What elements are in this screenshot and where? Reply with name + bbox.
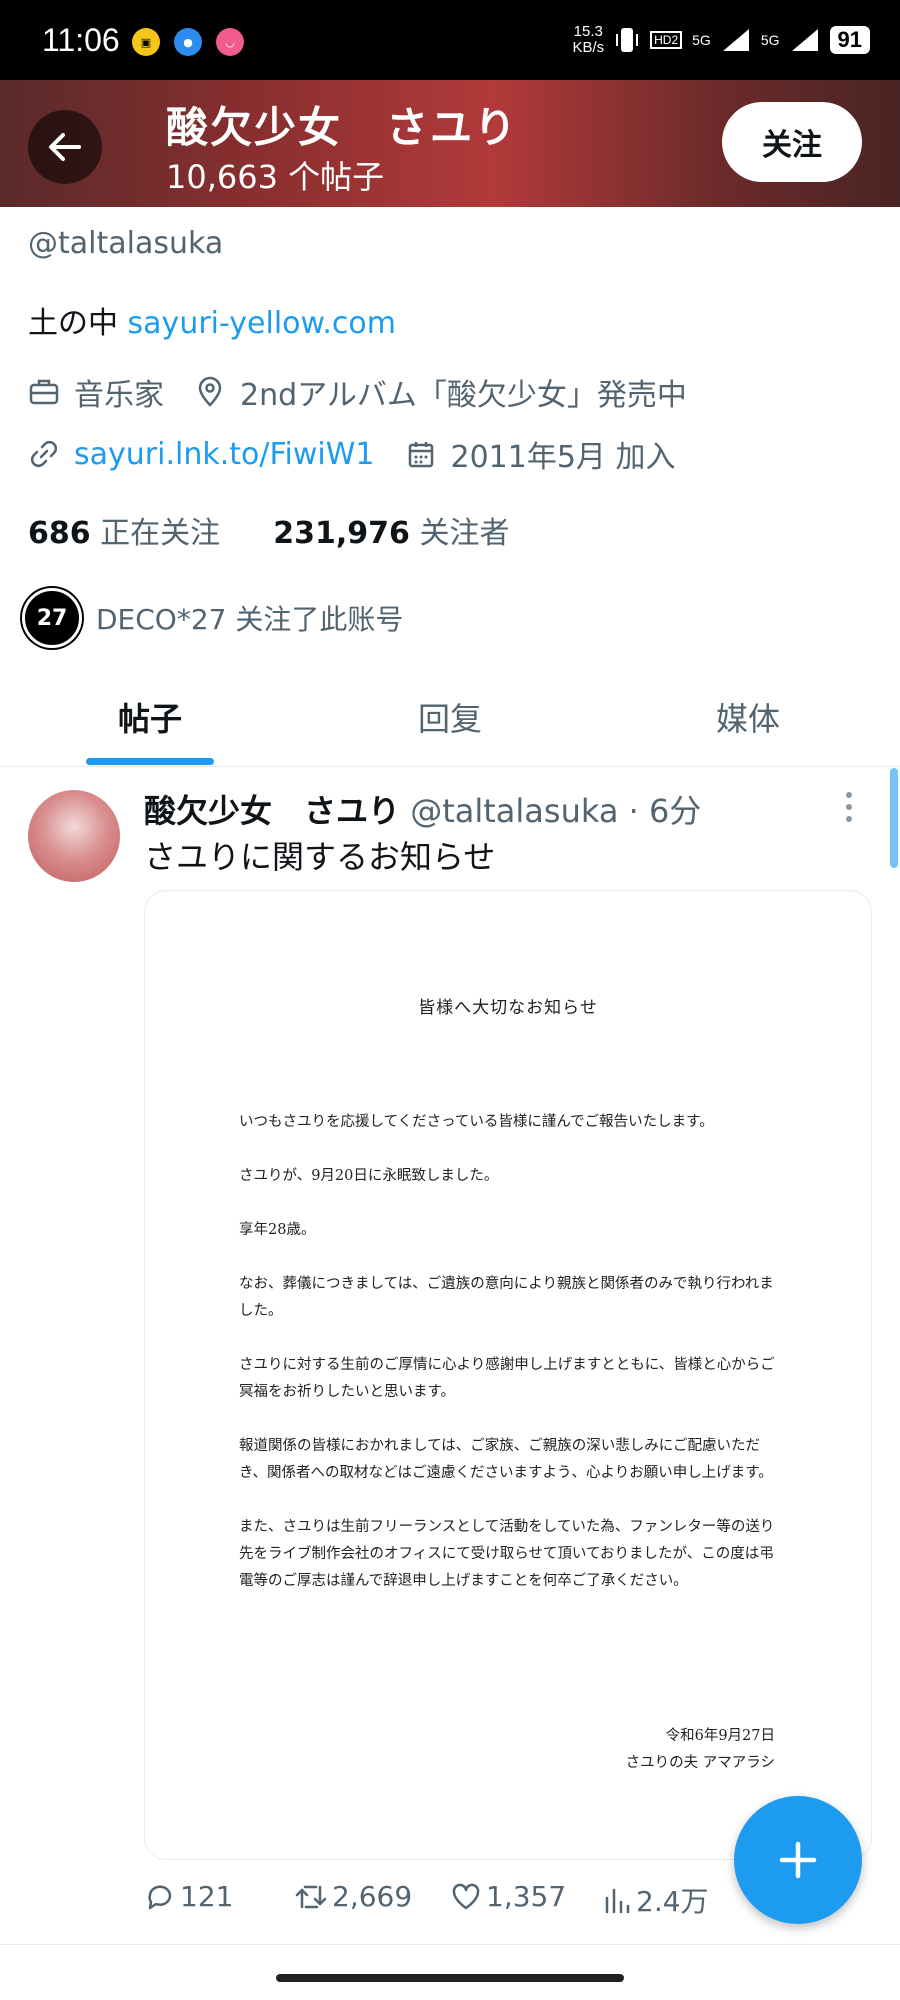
profile-joined: 2011年5月 加入 <box>450 440 676 475</box>
notice-title: 皆様へ大切なお知らせ <box>418 998 598 1018</box>
bio-link[interactable]: sayuri-yellow.com <box>128 306 396 341</box>
profile-meta-row: 音乐家 2ndアルバム「酸欠少女」発売中 <box>28 370 687 414</box>
tab-media[interactable]: 媒体 <box>716 694 780 740</box>
status-bar: 11:06 ▣ ● ◡ 15.3 KB/s HD2 5G 5G 91 <box>0 0 900 80</box>
view-count: 2.4万 <box>636 1885 709 1918</box>
notice-paragraph: また、さユりは生前フリーランスとして活動をしていた為、ファンレター等の送り先をラ… <box>239 1519 775 1589</box>
followed-by-text: DECO*27 关注了此账号 <box>96 603 404 636</box>
link-icon <box>28 438 60 470</box>
home-indicator[interactable] <box>276 1974 624 1982</box>
notification-app-icon: ▣ <box>132 28 160 56</box>
notice-paragraph: 享年28歳。 <box>239 1222 316 1238</box>
profile-bio: 土の中 sayuri-yellow.com <box>28 298 396 342</box>
profile-location: 2ndアルバム「酸欠少女」発売中 <box>240 378 687 413</box>
tweet-image-notice[interactable]: 皆様へ大切なお知らせ いつもさユりを応援してくださっている皆様に謹んでご報告いた… <box>144 890 872 1860</box>
notice-signature: さユりの夫 アマアラシ <box>625 1755 775 1771</box>
scroll-indicator <box>890 768 898 868</box>
notice-paragraph: いつもさユりを応援してくださっている皆様に謹んでご報告いたします。 <box>239 1114 714 1130</box>
tab-posts[interactable]: 帖子 <box>118 694 182 740</box>
tweet-author-name[interactable]: 酸欠少女 さユり <box>144 792 400 830</box>
tweet-header: 酸欠少女 さユり @taltalasuka · 6分 <box>144 786 701 832</box>
notice-date: 令和6年9月27日 <box>665 1728 775 1744</box>
tab-replies[interactable]: 回复 <box>418 694 482 740</box>
active-tab-indicator <box>86 758 214 765</box>
status-icons: 15.3 KB/s HD2 5G 5G 91 <box>572 24 870 56</box>
status-time: 11:06 <box>42 22 120 58</box>
tweet-handle-time: @taltalasuka · 6分 <box>410 792 702 830</box>
notice-paragraph: 報道関係の皆様におかれましては、ご家族、ご親族の深い悲しみにご配慮いただき、関係… <box>239 1438 773 1481</box>
signal-5g-label: 5G <box>692 32 711 48</box>
avatar[interactable] <box>28 790 120 882</box>
profile-handle: @taltalasuka <box>28 226 224 261</box>
repost-icon <box>295 1885 327 1908</box>
like-count: 1,357 <box>486 1880 567 1913</box>
repost-button[interactable]: 2,669 <box>294 1880 412 1913</box>
notice-body: いつもさユりを応援してくださっている皆様に謹んでご報告いたします。 さユりが、9… <box>239 1109 779 1622</box>
notice-paragraph: さユりに対する生前のご厚情に心より感謝申し上げますとともに、皆様と心からご冥福を… <box>239 1357 775 1400</box>
followed-by-row[interactable]: 27 DECO*27 关注了此账号 <box>22 588 403 648</box>
repost-count: 2,669 <box>332 1880 413 1913</box>
battery-indicator: 91 <box>829 26 870 54</box>
profile-header: 酸欠少女 さユり 10,663 个帖子 关注 <box>0 80 900 207</box>
reply-icon <box>148 1884 172 1909</box>
signal-icon <box>791 29 818 51</box>
signal-5g-label: 5G <box>760 32 780 48</box>
divider <box>0 1944 900 1945</box>
profile-tabs: 帖子 回复 媒体 <box>0 668 900 767</box>
notification-app-icon: ● <box>174 28 202 56</box>
profile-website[interactable]: sayuri.lnk.to/FiwiW1 <box>74 437 375 472</box>
arrow-left-icon <box>49 133 81 161</box>
notice-paragraph: なお、葬儀につきましては、ご遺族の意向により親族と関係者のみで執り行われました。 <box>239 1276 774 1319</box>
like-button[interactable]: 1,357 <box>450 1880 566 1913</box>
follow-stats: 686 正在关注 231,976 关注者 <box>28 508 509 552</box>
vibrate-icon <box>616 28 639 52</box>
profile-meta-row: sayuri.lnk.to/FiwiW1 2011年5月 加入 <box>28 432 675 476</box>
following-stat[interactable]: 686 正在关注 <box>28 516 220 551</box>
header-display-name: 酸欠少女 さユり <box>166 103 519 152</box>
signal-icon <box>722 29 749 51</box>
deco27-avatar: 27 <box>22 588 82 648</box>
notification-app-icon: ◡ <box>216 28 244 56</box>
location-pin-icon <box>194 376 226 408</box>
hd-icon: HD2 <box>650 31 683 49</box>
briefcase-icon <box>28 376 60 408</box>
followers-stat[interactable]: 231,976 关注者 <box>273 516 509 551</box>
reply-button[interactable]: 121 <box>144 1880 233 1913</box>
heart-icon <box>452 1883 480 1909</box>
more-options-icon[interactable] <box>846 792 856 822</box>
profile-category: 音乐家 <box>74 378 164 413</box>
net-speed: 15.3 KB/s <box>572 23 605 56</box>
views-chart-icon <box>605 1888 630 1914</box>
header-post-count: 10,663 个帖子 <box>166 158 385 196</box>
follow-button[interactable]: 关注 <box>722 102 862 182</box>
calendar-icon <box>405 438 437 470</box>
notice-paragraph: さユりが、9月20日に永眠致しました。 <box>239 1168 499 1184</box>
back-button[interactable] <box>28 110 102 184</box>
notice-signature-block: 令和6年9月27日 さユりの夫 アマアラシ <box>626 1723 775 1777</box>
compose-post-button[interactable] <box>734 1796 862 1924</box>
views-button[interactable]: 2.4万 <box>602 1880 709 1920</box>
plus-icon <box>779 1841 817 1879</box>
reply-count: 121 <box>180 1880 234 1913</box>
tweet-text: さユりに関するお知らせ <box>144 838 496 876</box>
bio-text: 土の中 <box>28 306 128 341</box>
